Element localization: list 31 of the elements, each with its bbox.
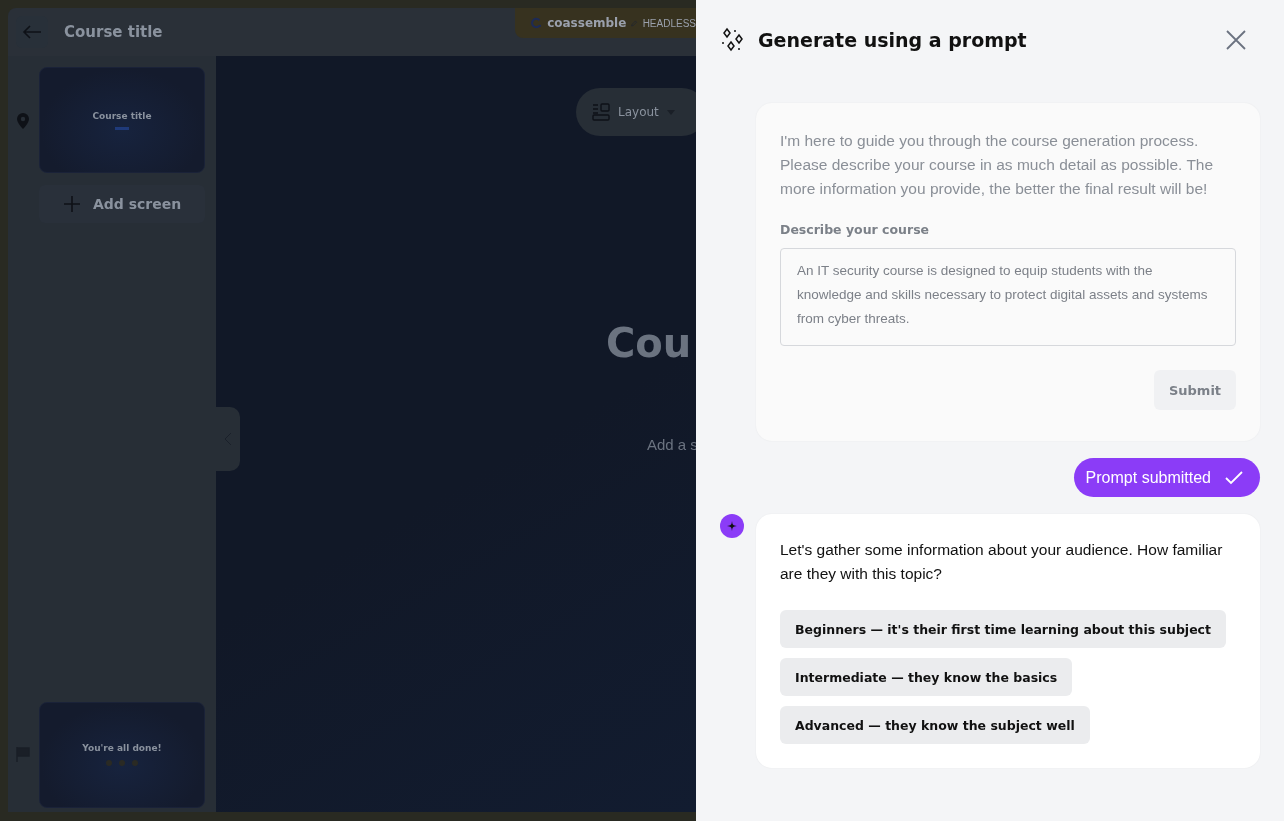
course-title: Course title bbox=[64, 23, 163, 41]
plus-icon bbox=[62, 195, 81, 213]
prompt-submitted-badge: Prompt submitted bbox=[1073, 458, 1260, 497]
brand-name: coassemble bbox=[547, 16, 627, 30]
layout-button[interactable]: Layout bbox=[576, 88, 696, 136]
question-text: Let's gather some information about your audience. How familiar are they with this topic? bbox=[780, 540, 1224, 584]
location-pin-icon bbox=[16, 113, 30, 129]
field-label: Describe your course bbox=[780, 222, 931, 237]
thumbnail-title: You're all done! bbox=[82, 743, 162, 753]
course-description-field[interactable]: An IT security course is designed to equip students with the knowledge and skills necessary to protect digital assets and systems from cyber threats. bbox=[780, 248, 1236, 346]
intro-text: I'm here to guide you through the course generation process. Please describe your course in as much detail as possible. The more information you provide, the better the final result will be! bbox=[780, 131, 1215, 199]
thumbnail-button-drawing bbox=[115, 126, 129, 130]
dots-drawing bbox=[105, 759, 139, 767]
logo-icon bbox=[531, 15, 543, 31]
thumbnail-title: Course title bbox=[92, 110, 152, 121]
layout-icon bbox=[592, 103, 610, 121]
slide-heading: Cou bbox=[606, 320, 692, 366]
answer-option-button[interactable]: Advanced — they know the subject well bbox=[780, 706, 1090, 744]
close-icon bbox=[1226, 30, 1246, 50]
answer-option-button[interactable]: Intermediate — they know the basics bbox=[780, 658, 1073, 696]
add-screen-button[interactable]: Add screen bbox=[39, 185, 205, 223]
sparkles-icon bbox=[720, 27, 746, 53]
screen-thumbnail[interactable]: Course title bbox=[39, 67, 205, 173]
answer-option-button[interactable]: Beginners — it's their first time learning about this subject bbox=[780, 610, 1226, 648]
panel-title: Generate using a prompt bbox=[758, 29, 1027, 51]
brand-tag: HEADLESS bbox=[642, 17, 696, 29]
assistant-avatar-icon bbox=[720, 514, 744, 538]
back-arrow-icon bbox=[22, 24, 42, 40]
check-icon bbox=[1225, 470, 1243, 485]
screen-thumbnail[interactable]: You're all done! bbox=[39, 702, 205, 808]
close-button[interactable] bbox=[1226, 30, 1246, 50]
